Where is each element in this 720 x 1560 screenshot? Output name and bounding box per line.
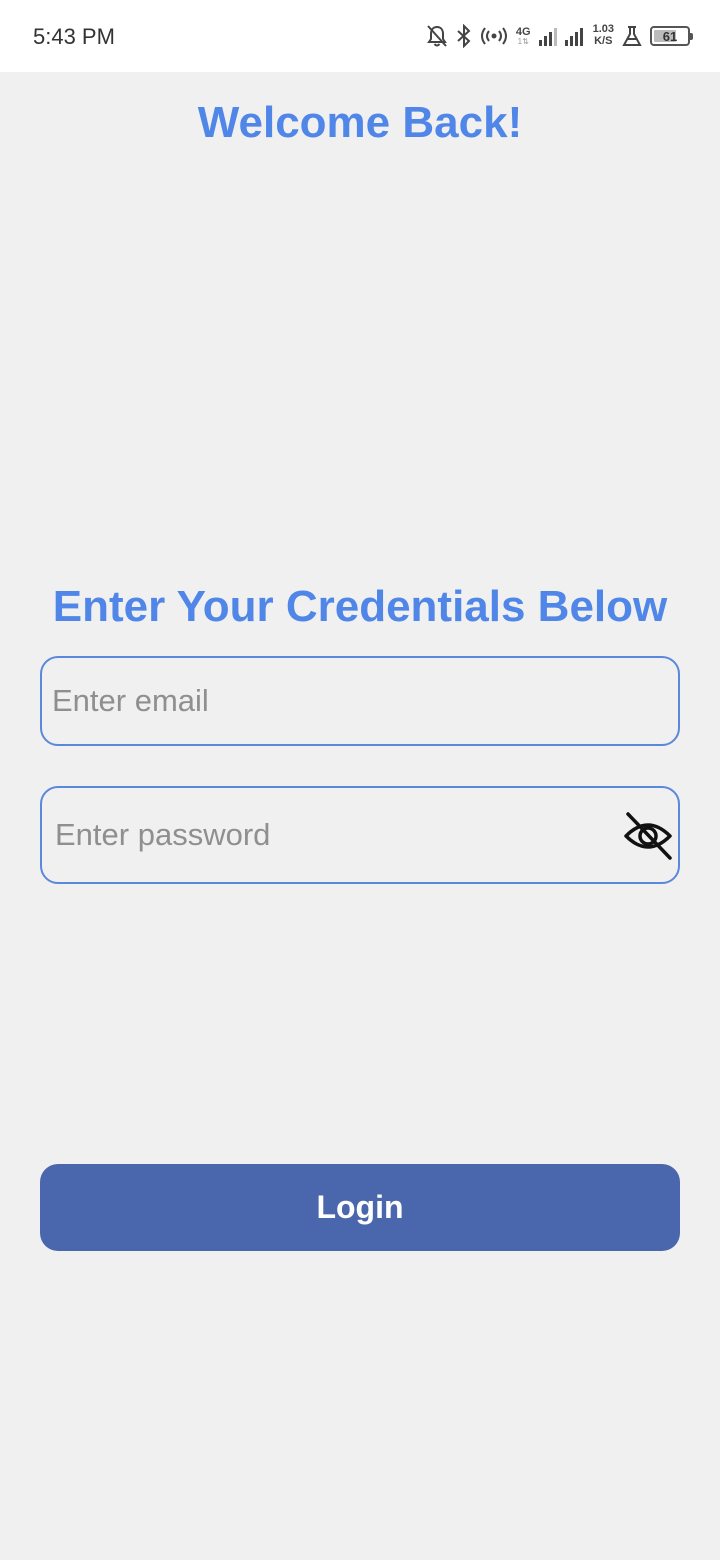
battery-level: 61 (662, 28, 678, 44)
status-time: 5:43 PM (33, 24, 115, 49)
network-speed: 1.03 K/S (593, 24, 614, 47)
form-subtitle: Enter Your Credentials Below (52, 582, 668, 631)
eye-off-icon[interactable] (622, 810, 674, 862)
network-type: 4G 1⇅ (515, 25, 531, 46)
password-field[interactable] (42, 788, 678, 882)
email-field-container (40, 656, 680, 746)
login-button[interactable]: Login (40, 1164, 680, 1251)
status-icons: 4G 1⇅ 1.03 K/S 61 (426, 20, 693, 52)
signal-icon (564, 28, 583, 46)
network-type-label: 4G (515, 25, 531, 38)
battery-icon: 61 (650, 26, 693, 46)
hotspot-icon (480, 27, 507, 45)
network-activity-label: 1⇅ (517, 36, 529, 46)
password-field-container (40, 786, 680, 884)
email-field[interactable] (42, 658, 678, 744)
lab-flask-icon (622, 26, 642, 46)
signal-icon (538, 28, 557, 46)
status-bar: 5:43 PM 4G 1⇅ 1.03 K/S 61 (0, 0, 720, 72)
bluetooth-icon (457, 24, 471, 48)
page-title: Welcome Back! (197, 98, 523, 147)
speed-unit: K/S (594, 35, 613, 47)
bell-off-icon (427, 25, 447, 47)
